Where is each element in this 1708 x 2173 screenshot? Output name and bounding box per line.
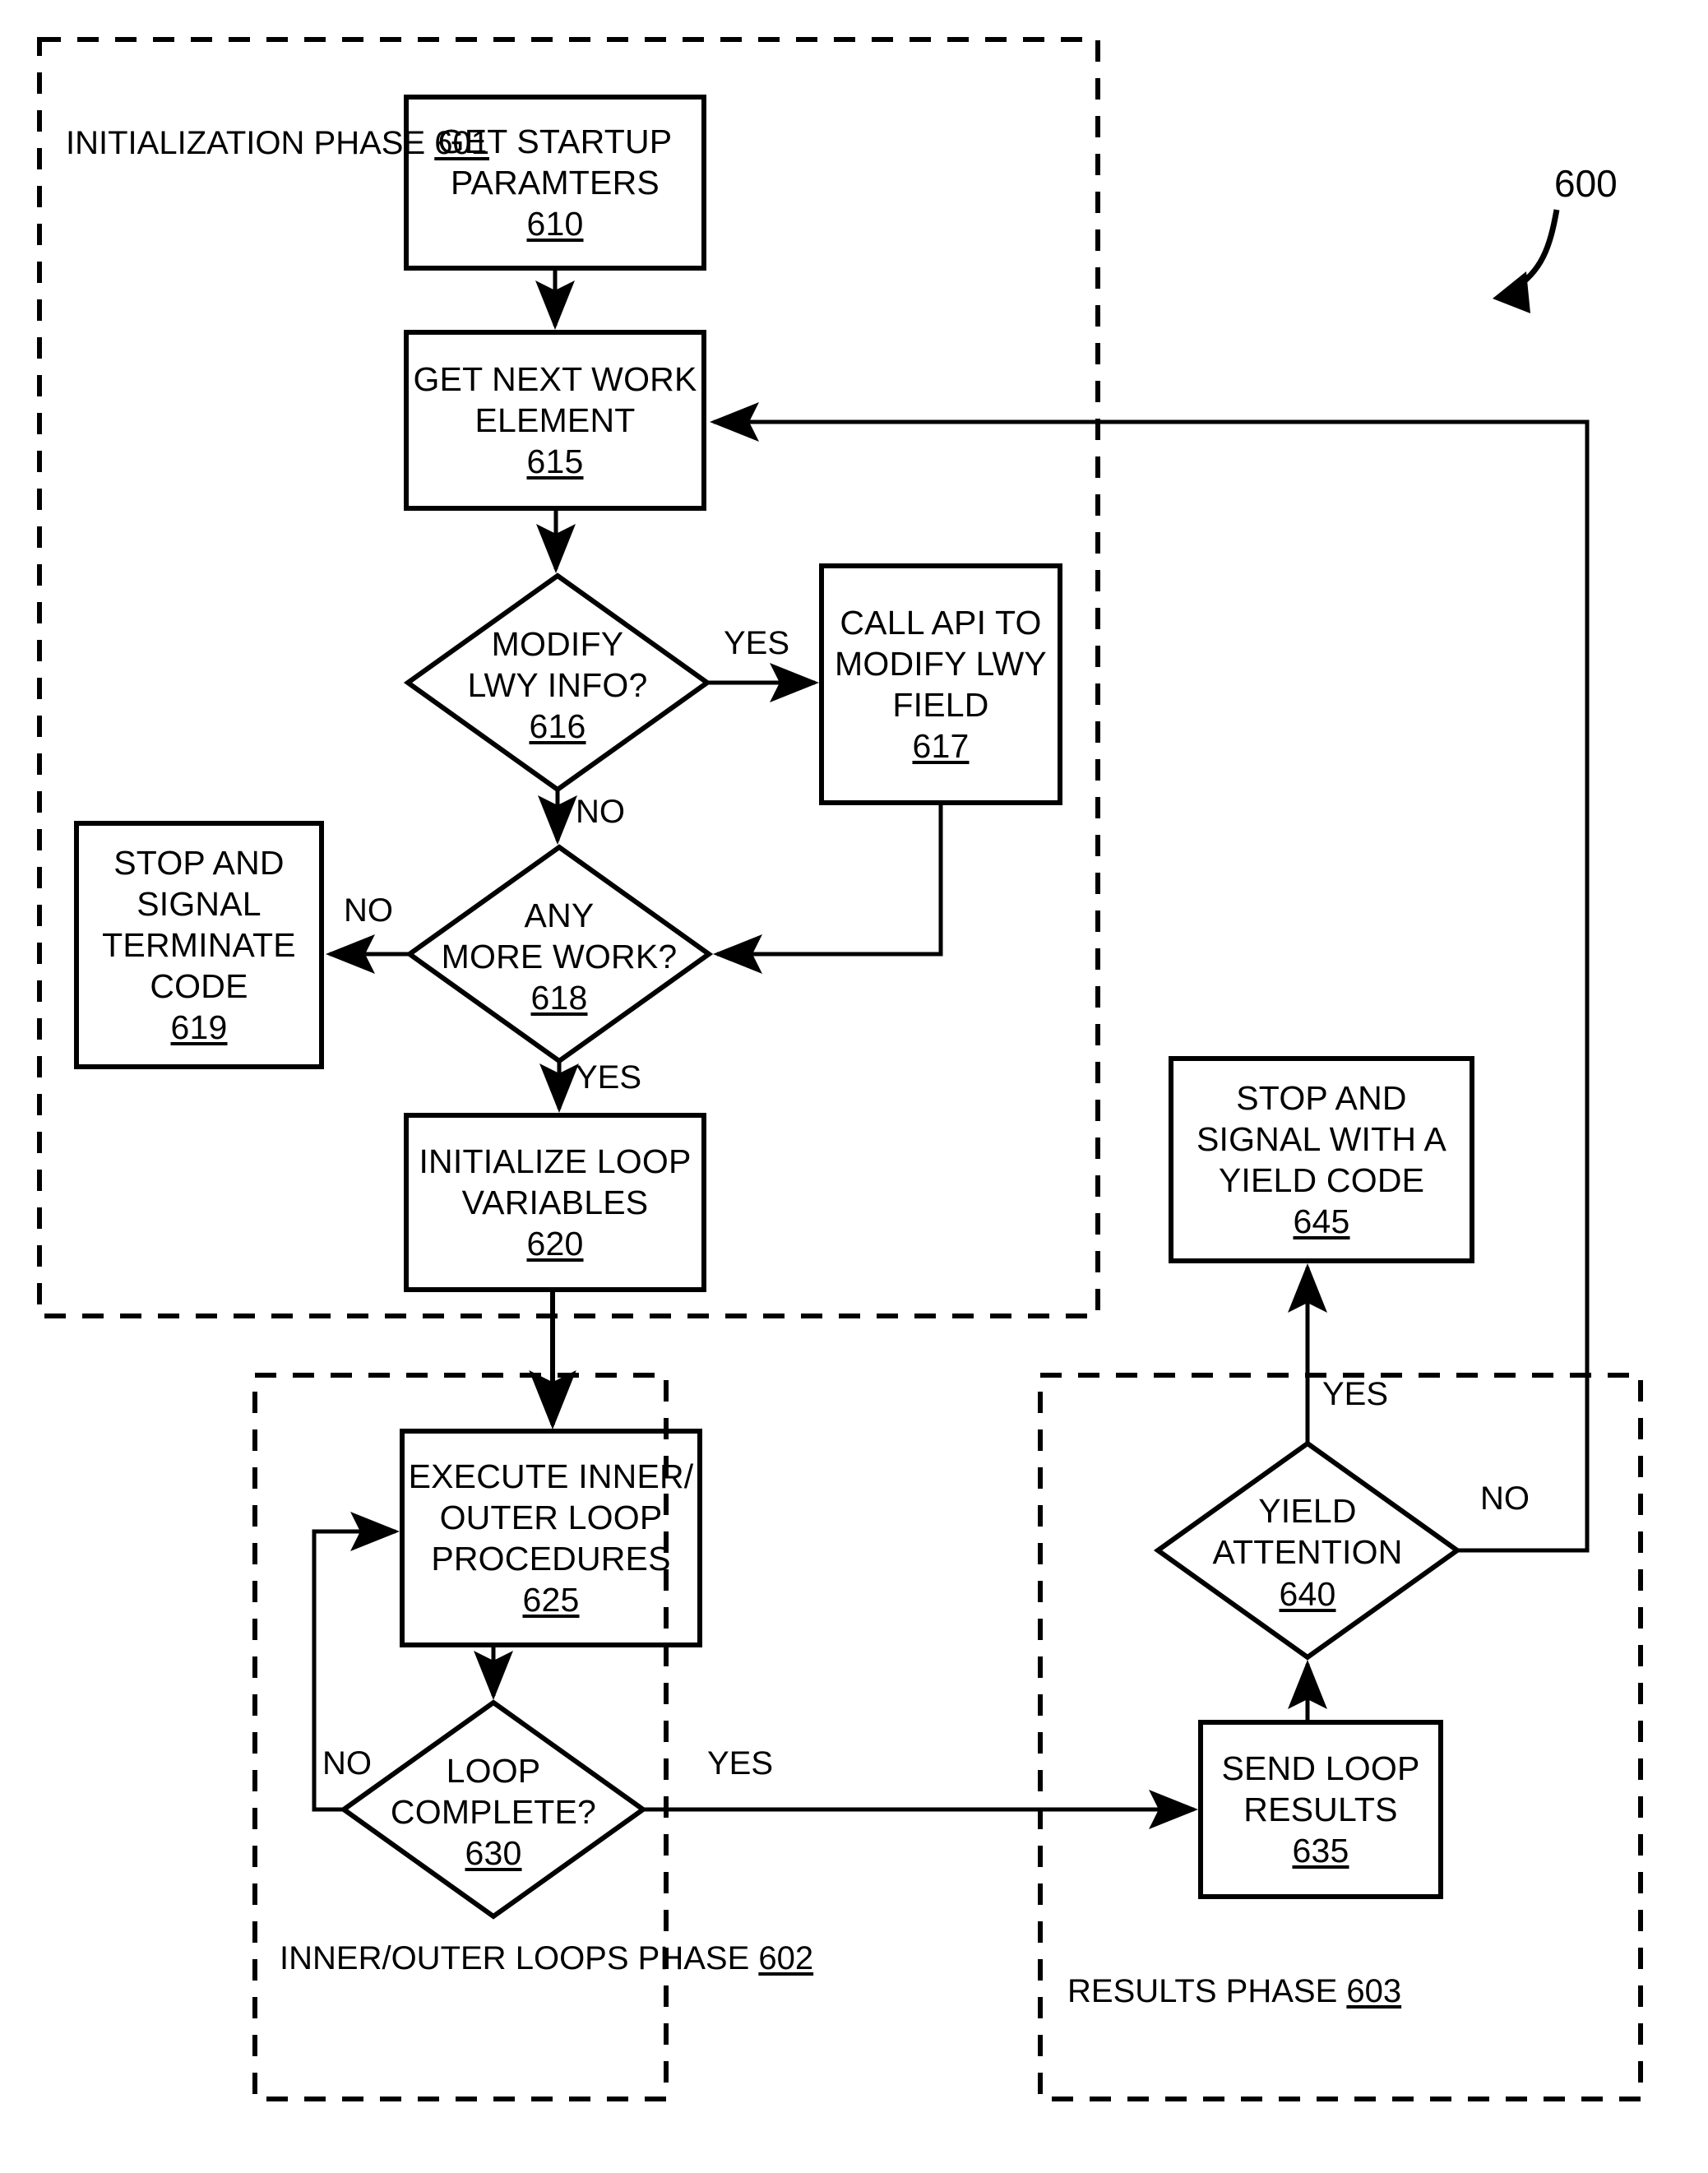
node-box-617	[819, 563, 1062, 805]
phase-601-line-2: PHASE	[313, 125, 426, 161]
node-box-620	[404, 1113, 706, 1292]
node-diamond-618	[405, 844, 714, 1064]
figure-reference-numeral: 600	[1554, 162, 1618, 205]
phase-label-601: INITIALIZATION PHASE 601	[66, 122, 489, 164]
phase-601-ref: 601	[434, 125, 489, 161]
flowchart-graphics	[37, 37, 1643, 2101]
edge-label-618-no: NO	[344, 892, 393, 929]
phase-601-line-1: INITIALIZATION	[66, 125, 305, 161]
phase-label-603: RESULTS PHASE 603	[1067, 1970, 1401, 2013]
edge-label-640-no: NO	[1480, 1480, 1530, 1517]
node-box-645	[1169, 1056, 1474, 1263]
edge-640-615-no	[710, 401, 1590, 1553]
phase-603-ref: 603	[1346, 1973, 1402, 2009]
node-box-635	[1198, 1720, 1443, 1899]
node-box-610	[404, 95, 706, 271]
node-box-619	[74, 821, 324, 1069]
figure-ref-arrowhead	[1493, 271, 1530, 313]
node-diamond-630	[339, 1699, 648, 1920]
phase-602-line-1: INNER/OUTER	[280, 1940, 507, 1976]
node-diamond-640	[1153, 1440, 1462, 1661]
edge-label-618-yes: YES	[576, 1059, 642, 1096]
figure-canvas: 600 INITIALIZATION PHASE 601 INNER/OUTER…	[0, 0, 1708, 2173]
phase-label-602: INNER/OUTER LOOPS PHASE 602	[280, 1937, 813, 1980]
phase-602-ref: 602	[758, 1940, 814, 1976]
edge-617-618	[713, 803, 943, 974]
phase-box-601	[37, 37, 1100, 1318]
node-box-625	[400, 1429, 702, 1647]
phase-box-602	[252, 1373, 669, 2101]
node-diamond-616	[403, 572, 712, 793]
node-box-615	[404, 330, 706, 511]
edge-label-640-yes: YES	[1322, 1376, 1389, 1412]
edge-label-630-yes: YES	[707, 1745, 774, 1781]
edge-label-616-no: NO	[576, 794, 625, 830]
edge-label-630-no: NO	[322, 1745, 372, 1781]
phase-603-line-1: RESULTS PHASE	[1067, 1973, 1338, 2009]
edge-label-616-yes: YES	[724, 625, 790, 661]
phase-602-line-2: LOOPS PHASE	[515, 1940, 750, 1976]
